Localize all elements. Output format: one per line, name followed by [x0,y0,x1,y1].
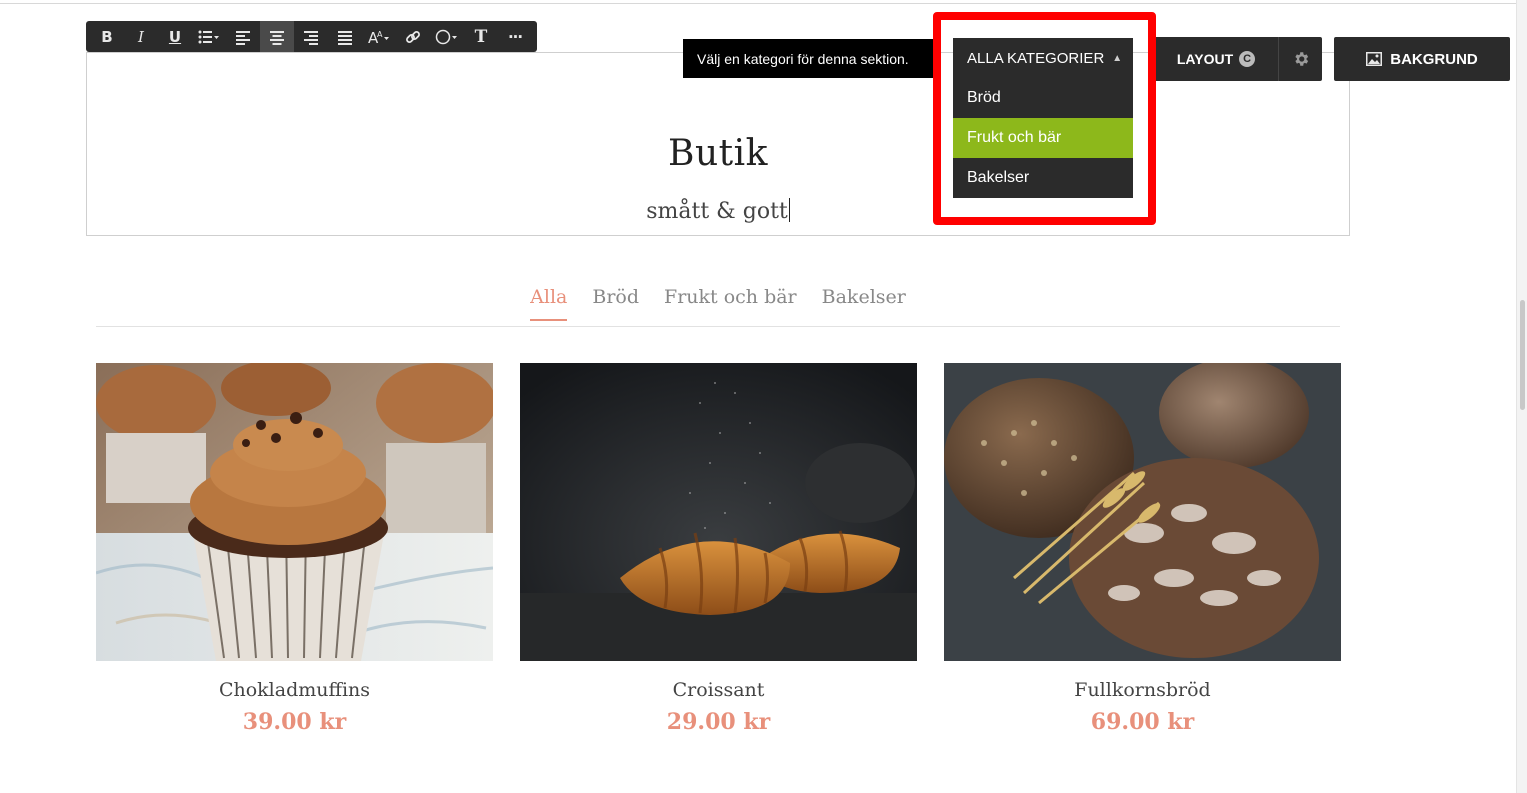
scrollbar-thumb[interactable] [1520,300,1525,410]
tab-alla[interactable]: Alla [530,286,568,321]
page-title[interactable]: Butik [87,133,1349,174]
more-button[interactable]: ··· [498,21,532,52]
gear-icon [1294,52,1308,66]
product-image-croissant[interactable] [520,363,917,661]
layout-badge: C [1239,51,1256,67]
svg-text:A: A [377,30,383,39]
text-cursor [788,198,790,222]
tab-bakelser[interactable]: Bakelser [822,286,906,320]
category-option-frukt-och-bar[interactable]: Frukt och bär [953,118,1133,158]
more-icon: ··· [507,27,523,46]
background-label: BAKGRUND [1390,50,1478,68]
link-button[interactable] [396,21,430,52]
product-name[interactable]: Croissant [520,679,917,701]
category-option-bakelser[interactable]: Bakelser [953,158,1133,198]
justify-button[interactable] [328,21,362,52]
product-name[interactable]: Fullkornsbröd [944,679,1341,701]
product-price: 29.00 kr [666,709,771,735]
italic-button[interactable]: I [124,21,158,52]
category-tabs: Alla Bröd Frukt och bär Bakelser [0,286,1436,321]
product-card[interactable]: Fullkornsbröd 69.00 kr [944,363,1341,735]
bold-icon: B [101,27,113,46]
background-button[interactable]: BAKGRUND [1334,37,1510,81]
bullet-list-icon [198,30,219,43]
bullet-list-button[interactable] [192,21,226,52]
shape-icon [435,29,457,44]
align-center-button[interactable] [260,21,294,52]
tabs-divider [96,326,1340,327]
italic-icon: I [138,27,144,46]
page-subtitle[interactable]: smått & gott [87,198,1349,224]
layout-label: LAYOUT [1176,51,1234,67]
align-left-button[interactable] [226,21,260,52]
font-size-icon: AA [368,29,389,45]
product-name[interactable]: Chokladmuffins [96,679,493,701]
page-scrollbar[interactable] [1516,0,1527,793]
bold-button[interactable]: B [90,21,124,52]
category-select[interactable]: ALLA KATEGORIER ▲ [953,38,1133,78]
subtitle-text[interactable]: smått & gott [646,199,788,224]
category-tooltip: Välj en kategori för denna sektion. [683,39,939,78]
align-center-icon [270,30,284,45]
image-icon [1366,52,1383,66]
text-editor-toolbar: B I U AA T ··· [86,21,537,52]
link-icon [406,30,420,43]
tab-frukt-och-bar[interactable]: Frukt och bär [664,286,797,320]
text-style-icon: T [474,26,488,47]
text-style-button[interactable]: T [464,21,498,52]
layout-button[interactable]: LAYOUT C [1154,37,1279,81]
align-left-icon [236,30,250,45]
category-select-label: ALLA KATEGORIER [967,49,1105,67]
underline-icon: U [168,27,182,46]
shape-button[interactable] [430,21,464,52]
category-option-brod[interactable]: Bröd [953,78,1133,118]
product-card[interactable]: Chokladmuffins 39.00 kr [96,363,493,735]
align-right-button[interactable] [294,21,328,52]
tab-brod[interactable]: Bröd [592,286,639,320]
font-size-button[interactable]: AA [362,21,396,52]
justify-icon [338,30,352,45]
product-price: 39.00 kr [242,709,347,735]
align-right-icon [304,30,318,45]
chevron-up-icon: ▲ [1112,52,1123,64]
product-price: 69.00 kr [1090,709,1195,735]
product-image-cupcakes[interactable] [96,363,493,661]
layout-settings-group: LAYOUT C [1154,37,1322,81]
category-dropdown-menu: Bröd Frukt och bär Bakelser [953,78,1133,198]
product-card[interactable]: Croissant 29.00 kr [520,363,917,735]
product-image-bread[interactable] [944,363,1341,661]
underline-button[interactable]: U [158,21,192,52]
top-divider [0,3,1516,4]
settings-button[interactable] [1279,37,1322,81]
